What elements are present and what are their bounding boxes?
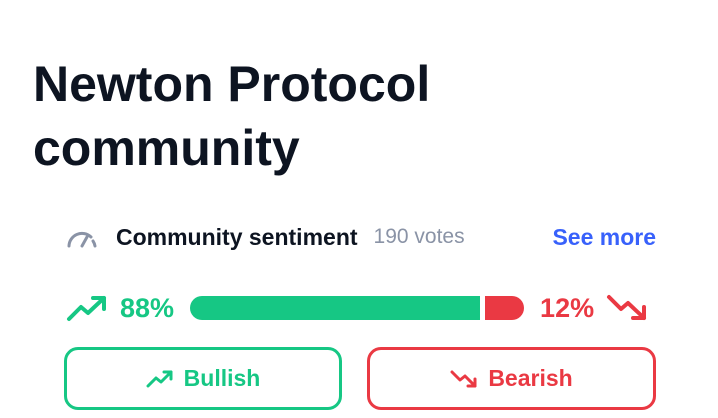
sentiment-bar — [190, 296, 525, 320]
trend-down-icon — [606, 293, 648, 323]
bullish-button-label: Bullish — [183, 365, 261, 391]
gauge-icon — [66, 225, 98, 249]
bearish-percentage: 12% — [540, 292, 595, 323]
bullish-button[interactable]: Bullish — [64, 347, 342, 410]
page-title: Newton Protocol community — [33, 56, 431, 176]
community-sentiment-widget: Newton Protocol community Community sent… — [0, 0, 718, 418]
bearish-button[interactable]: Bearish — [367, 347, 656, 410]
sentiment-bar-row: 88% 12% — [66, 288, 656, 328]
sentiment-label: Community sentiment — [116, 223, 358, 250]
votes-count: 190 votes — [373, 225, 465, 248]
trend-down-icon — [450, 369, 478, 389]
bearish-bar-fill — [484, 296, 525, 320]
bullish-bar-fill — [190, 296, 480, 320]
trend-up-icon — [66, 293, 108, 323]
sentiment-header: Community sentiment 190 votes See more — [66, 220, 656, 254]
see-more-link[interactable]: See more — [552, 224, 656, 251]
trend-up-icon — [146, 369, 174, 389]
bullish-percentage: 88% — [120, 292, 175, 323]
bearish-button-label: Bearish — [488, 365, 573, 391]
